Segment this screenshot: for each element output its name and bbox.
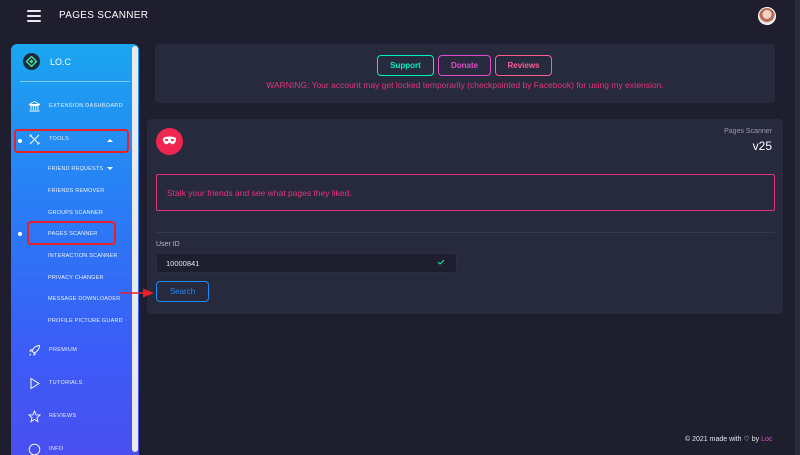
warning-text: WARNING: Your account may get locked tem… — [266, 80, 664, 90]
highlight-box — [14, 129, 129, 153]
hamburger-menu-icon[interactable] — [27, 10, 41, 22]
page-scrollbar[interactable] — [795, 0, 800, 455]
bank-icon — [28, 100, 41, 112]
info-icon — [28, 443, 41, 455]
user-id-input[interactable] — [156, 253, 457, 273]
description-box: Stalk your friends and see what pages th… — [156, 174, 775, 211]
footer-by: by — [751, 436, 760, 443]
highlight-box — [27, 221, 116, 245]
sidebar-subitem-groups-scanner[interactable]: GROUPS SCANNER — [11, 204, 136, 222]
sidebar-subitem-label: GROUPS SCANNER — [48, 210, 104, 216]
reviews-button[interactable]: Reviews — [495, 55, 552, 76]
chevron-down-icon — [107, 167, 113, 170]
footer-author-link[interactable]: Loc — [761, 436, 772, 443]
footer: © 2021 made with ♡ by Loc — [685, 435, 772, 443]
sidebar-subitem-profile-picture-guard[interactable]: PROFILE PICTURE GUARD — [11, 312, 136, 330]
footer-text: © 2021 made with — [685, 436, 742, 443]
scanner-version: v25 — [752, 139, 772, 153]
sidebar-subitem-message-downloader[interactable]: MESSAGE DOWNLOADER — [11, 290, 136, 308]
sidebar-subitem-label: INTERACTION SCANNER — [48, 253, 118, 259]
play-icon — [30, 377, 40, 390]
sidebar-subitem-label: PROFILE PICTURE GUARD — [48, 318, 123, 324]
sidebar-item-label: TUTORIALS — [49, 380, 83, 386]
sidebar: LO.C EXTENSION DASHBOARD TOOLS FRIEND RE… — [11, 44, 139, 455]
sidebar-subitem-label: FRIENDS REMOVER — [48, 188, 105, 194]
top-bar: PAGES SCANNER — [0, 0, 800, 34]
sidebar-scrollbar[interactable] — [132, 46, 138, 452]
star-icon — [28, 410, 41, 423]
active-dot — [18, 232, 22, 236]
sidebar-subitem-privacy-changer[interactable]: PRIVACY CHANGER — [11, 269, 136, 287]
sidebar-item-extension-dashboard[interactable]: EXTENSION DASHBOARD — [11, 97, 136, 119]
sidebar-subitem-interaction-scanner[interactable]: INTERACTION SCANNER — [11, 247, 136, 265]
sidebar-item-label: INFO — [49, 446, 64, 452]
search-button[interactable]: Search — [156, 281, 209, 302]
sidebar-subitem-label: MESSAGE DOWNLOADER — [48, 296, 121, 302]
arrow-icon — [119, 288, 154, 298]
sidebar-subitem-label: PRIVACY CHANGER — [48, 275, 104, 281]
rocket-icon — [29, 345, 40, 356]
sidebar-item-info[interactable]: INFO — [11, 440, 136, 455]
checkmark-icon — [437, 259, 445, 265]
description-text: Stalk your friends and see what pages th… — [167, 188, 352, 198]
sidebar-item-label: REVIEWS — [49, 413, 77, 419]
brand-logo-icon — [23, 53, 40, 70]
mask-icon — [156, 128, 183, 155]
scanner-card: Pages Scanner v25 Stalk your friends and… — [147, 119, 783, 314]
sidebar-item-premium[interactable]: PREMIUM — [11, 341, 136, 363]
app-title: PAGES SCANNER — [59, 10, 149, 21]
sidebar-item-reviews[interactable]: REVIEWS — [11, 407, 136, 429]
sidebar-divider — [20, 81, 130, 82]
sidebar-subitem-friend-requests[interactable]: FRIEND REQUESTS — [11, 160, 136, 178]
donate-button[interactable]: Donate — [438, 55, 491, 76]
sidebar-subitem-friends-remover[interactable]: FRIENDS REMOVER — [11, 182, 136, 200]
brand-name: LO.C — [50, 57, 72, 67]
user-id-label: User ID — [156, 241, 180, 248]
top-card: Support Donate Reviews WARNING: Your acc… — [155, 44, 775, 103]
divider — [156, 232, 775, 233]
sidebar-subitem-label: FRIEND REQUESTS — [48, 166, 104, 172]
sidebar-item-label: PREMIUM — [49, 347, 78, 353]
support-button[interactable]: Support — [377, 55, 434, 76]
sidebar-item-tutorials[interactable]: TUTORIALS — [11, 374, 136, 396]
scanner-category-label: Pages Scanner — [724, 128, 772, 135]
sidebar-item-label: EXTENSION DASHBOARD — [49, 103, 123, 109]
heart-icon: ♡ — [743, 436, 750, 443]
user-avatar[interactable] — [758, 7, 776, 25]
